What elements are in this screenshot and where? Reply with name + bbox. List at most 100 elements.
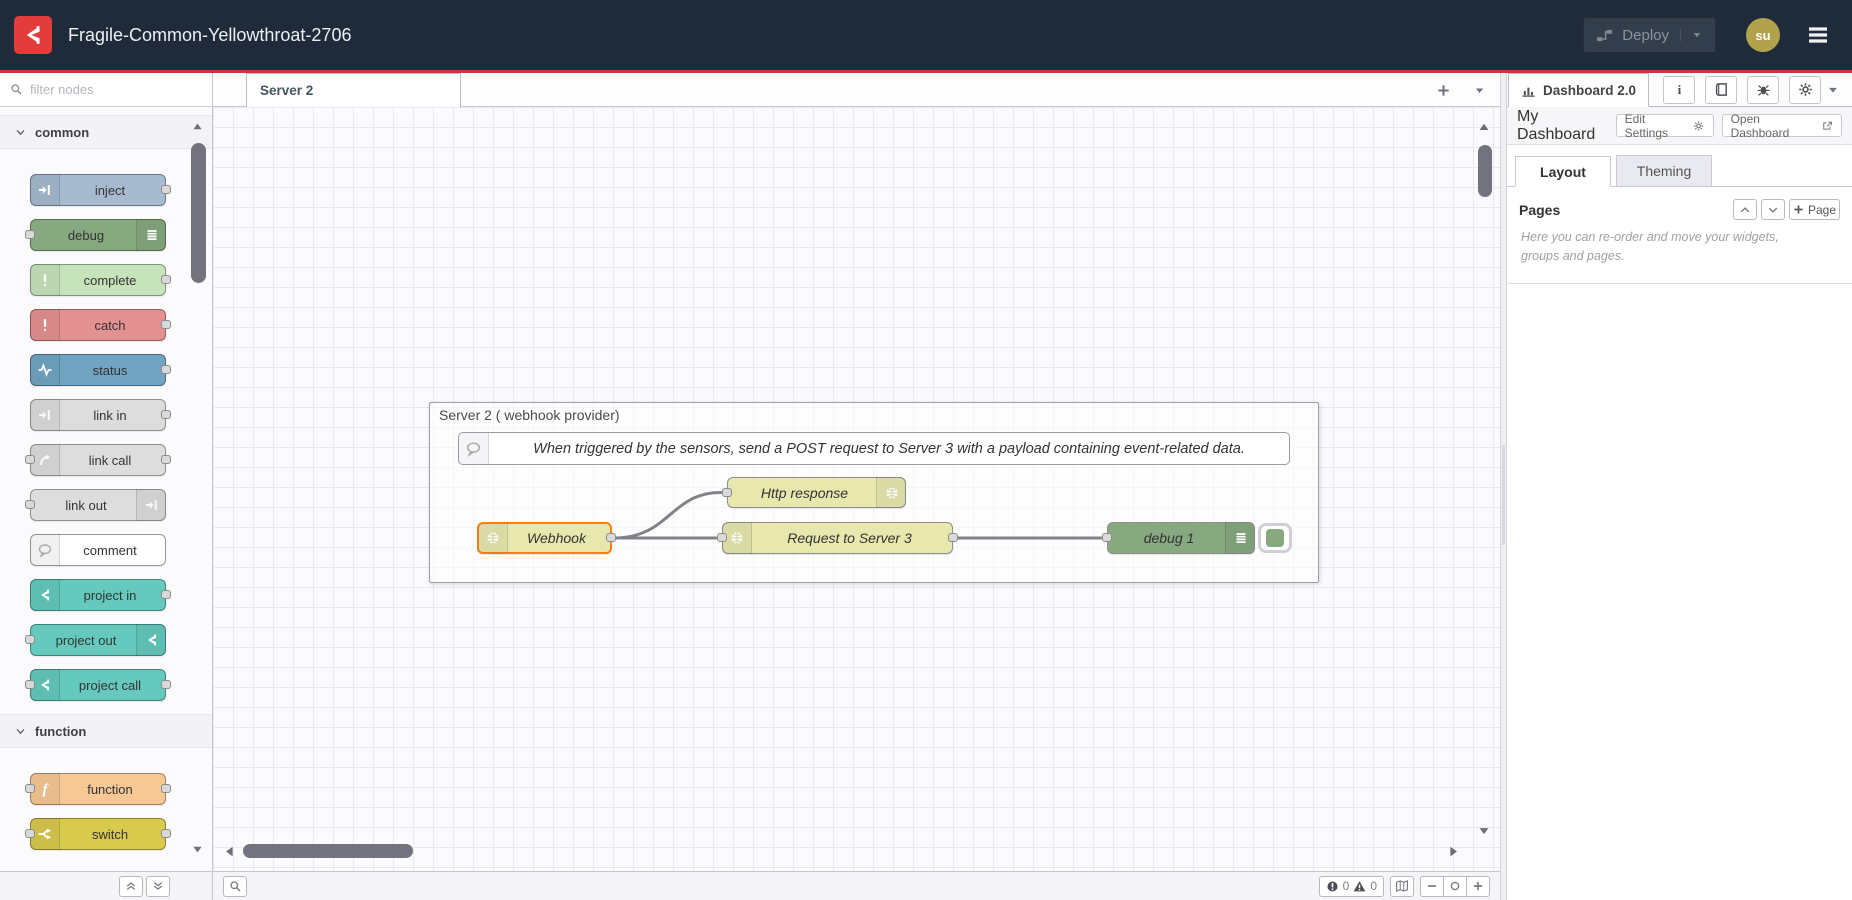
add-flow-button[interactable] [1436,83,1451,98]
palette-node-link-call[interactable]: link call [30,444,166,476]
palette-node-inject[interactable]: inject [30,174,166,206]
output-port[interactable] [161,455,171,464]
move-up-button[interactable] [1733,199,1757,220]
canvas-scroll-left-icon[interactable] [223,844,237,859]
palette-node-project-out[interactable]: project out [30,624,166,656]
palette-collapse-all-button[interactable] [119,876,143,897]
debug-enable-toggle[interactable] [1258,523,1292,553]
zoom-reset-button[interactable] [1443,876,1467,897]
flow-node-http-response[interactable]: Http response [727,477,906,508]
node-icon-region [1225,522,1255,554]
output-port[interactable] [161,590,171,599]
sidebar-menu-caret-icon[interactable] [1826,83,1840,97]
palette-node-project-in[interactable]: project in [30,579,166,611]
input-port[interactable] [25,829,35,838]
palette-node-project-call[interactable]: project call [30,669,166,701]
palette-search-input[interactable] [30,82,180,97]
move-down-button[interactable] [1761,199,1785,220]
palette-scroll-down-icon[interactable] [190,843,205,855]
node-label: switch [61,819,159,849]
output-port[interactable] [161,365,171,374]
input-port[interactable] [717,533,727,542]
flow-tab-server-2[interactable]: Server 2 [246,73,461,107]
node-red-icon [37,677,53,693]
canvas-scroll-right-icon[interactable] [1446,844,1460,859]
double-chevron-up-icon [125,880,137,892]
sidebar-info-button[interactable]: i [1663,76,1695,104]
output-port[interactable] [161,275,171,284]
add-page-button[interactable]: Page [1789,199,1840,220]
flow-node-debug-1[interactable]: debug 1 [1107,522,1255,554]
flow-list-caret-icon[interactable] [1473,84,1486,97]
navigator-button[interactable] [1390,876,1414,897]
output-port[interactable] [161,320,171,329]
zoom-in-button[interactable] [1466,876,1490,897]
comment-node[interactable]: When triggered by the sensors, send a PO… [458,432,1290,465]
canvas-scroll-down-icon[interactable] [1476,824,1492,837]
palette-expand-all-button[interactable] [146,876,170,897]
sidebar-subtab-theming[interactable]: Theming [1616,155,1712,186]
node-label: link in [61,400,159,430]
sidebar-splitter[interactable] [1500,73,1507,900]
input-port[interactable] [25,230,35,239]
output-port[interactable] [948,533,958,542]
sidebar-tab-dashboard[interactable]: Dashboard 2.0 [1508,73,1649,107]
user-avatar[interactable]: su [1746,18,1780,52]
output-port[interactable] [161,185,171,194]
search-icon [10,83,23,96]
input-port[interactable] [25,455,35,464]
palette-category-common[interactable]: common [0,115,212,149]
input-port[interactable] [1102,533,1112,542]
palette-node-switch[interactable]: switch [30,818,166,850]
right-sidebar: Dashboard 2.0 i My Dashboard Edit Settin… [1507,73,1852,900]
function-icon: f [37,781,53,797]
canvas-hscrollbar-thumb[interactable] [243,844,413,858]
input-port[interactable] [25,635,35,644]
notification-counts[interactable]: 0 0 [1319,876,1384,897]
input-port[interactable] [25,500,35,509]
palette-category-function[interactable]: function [0,714,212,748]
palette-node-comment[interactable]: comment [30,534,166,566]
deploy-button[interactable]: Deploy [1583,17,1716,53]
palette-node-status[interactable]: status [30,354,166,386]
edit-settings-label: Edit Settings [1625,112,1688,140]
sidebar-subtab-layout[interactable]: Layout [1515,156,1611,187]
output-port[interactable] [161,680,171,689]
canvas-search-button[interactable] [223,876,247,897]
palette-scroll-up-icon[interactable] [190,121,205,133]
flow-canvas[interactable]: Server 2 ( webhook provider) When trigge… [213,107,1500,871]
palette-node-debug[interactable]: debug [30,219,166,251]
zoom-out-button[interactable] [1420,876,1444,897]
canvas-vscrollbar-thumb[interactable] [1478,145,1492,197]
output-port[interactable] [161,410,171,419]
comment-icon-region [459,433,489,464]
sidebar-debug-button[interactable] [1747,76,1779,104]
open-dashboard-button[interactable]: Open Dashboard [1722,114,1842,137]
palette-scrollbar-thumb[interactable] [191,143,206,283]
input-port[interactable] [25,680,35,689]
main-menu-button[interactable] [1804,23,1832,47]
add-page-label: Page [1808,203,1836,217]
palette-node-catch[interactable]: catch [30,309,166,341]
edit-settings-button[interactable]: Edit Settings [1616,114,1714,137]
canvas-scroll-up-icon[interactable] [1476,121,1492,134]
output-port[interactable] [161,829,171,838]
input-port[interactable] [25,784,35,793]
sidebar-config-button[interactable] [1789,76,1821,104]
palette-search[interactable] [0,73,212,107]
output-port[interactable] [161,784,171,793]
palette-node-link-out[interactable]: link out [30,489,166,521]
sidebar-help-button[interactable] [1705,76,1737,104]
exclamation-icon [37,272,53,288]
plus-icon [1793,204,1804,215]
palette-node-complete[interactable]: complete [30,264,166,296]
deploy-menu-caret[interactable] [1680,29,1703,41]
output-port[interactable] [606,533,616,542]
input-port[interactable] [722,488,732,497]
palette-node-link-in[interactable]: link in [30,399,166,431]
palette-node-function[interactable]: ffunction [30,773,166,805]
node-label: Webhook [509,524,604,552]
flow-node-request-server3[interactable]: Request to Server 3 [722,522,953,554]
debug-icon [144,227,160,243]
flow-node-webhook[interactable]: Webhook [477,522,612,554]
